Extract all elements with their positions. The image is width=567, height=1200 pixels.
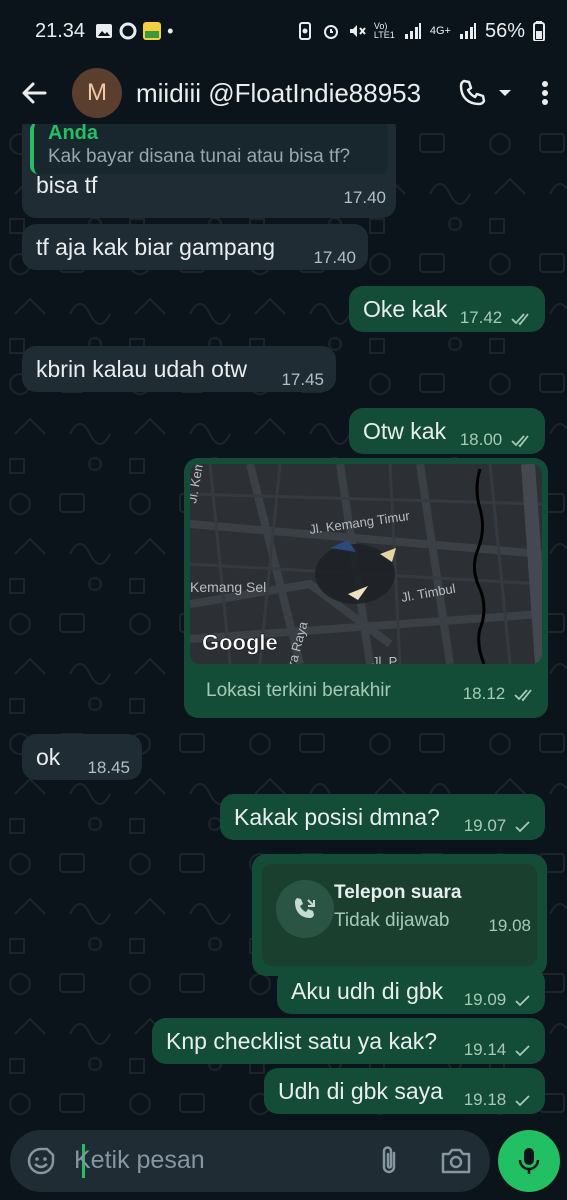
message-bubble-outgoing[interactable]: Otw kak 18.00 xyxy=(349,408,545,454)
camera-icon[interactable] xyxy=(440,1146,472,1176)
message-time: 17.40 xyxy=(313,248,356,267)
location-caption: Lokasi terkini berakhir xyxy=(206,680,391,701)
message-time: 19.08 xyxy=(488,916,531,935)
battery-percent: 56% xyxy=(484,19,525,42)
arrow-left-icon xyxy=(22,82,47,104)
missed-call-message[interactable]: Telepon suara Tidak dijawab 19.08 xyxy=(252,854,547,976)
composer-bar: Ketik pesan xyxy=(0,1122,567,1200)
time-label: 19.07 xyxy=(463,816,507,835)
volte-indicator: Vo) LTE1 xyxy=(373,21,395,40)
voice-record-button[interactable] xyxy=(498,1130,560,1192)
status-left-icons: • xyxy=(95,21,173,42)
single-check-icon xyxy=(515,1094,530,1106)
status-right-icons: Vo) LTE1 4G+ 56% xyxy=(296,20,545,43)
message-bubble-incoming[interactable]: tf aja kak biar gampang 17.40 xyxy=(22,224,368,270)
single-check-icon xyxy=(515,820,530,832)
double-check-icon xyxy=(511,312,529,325)
map-street-label: Jl. P xyxy=(372,654,397,664)
more-menu-icon[interactable] xyxy=(535,78,555,108)
network-type: 4G+ xyxy=(429,25,451,37)
message-bubble-incoming[interactable]: Anda Kak bayar disana tunai atau bisa tf… xyxy=(22,124,396,218)
mute-icon xyxy=(349,25,366,37)
message-text: Udh di gbk saya xyxy=(278,1078,443,1104)
mobile-data-saver-icon xyxy=(298,22,311,40)
message-time: 19.09 xyxy=(464,990,531,1010)
avatar[interactable]: M xyxy=(72,68,122,118)
circle-app-icon xyxy=(119,22,137,40)
call-card[interactable]: Telepon suara Tidak dijawab 19.08 xyxy=(262,864,537,966)
message-time: 17.40 xyxy=(343,188,386,207)
message-bubble-outgoing[interactable]: Udh di gbk saya 19.18 xyxy=(264,1068,545,1114)
message-bubble-outgoing[interactable]: Aku udh di gbk 19.09 xyxy=(277,968,545,1014)
message-text: Knp checklist satu ya kak? xyxy=(166,1028,438,1054)
chat-header: M miidiii @FloatIndie88953 xyxy=(0,62,567,124)
kedai-app-icon xyxy=(143,22,162,40)
time-label: 19.09 xyxy=(463,990,507,1009)
call-icon-wrap xyxy=(276,880,334,938)
message-time: 19.14 xyxy=(464,1040,531,1060)
message-text: Oke kak xyxy=(363,296,448,322)
call-dropdown-icon[interactable] xyxy=(497,85,513,101)
message-bubble-outgoing[interactable]: Kakak posisi dmna? 19.07 xyxy=(220,794,545,840)
single-check-icon xyxy=(515,1044,530,1056)
message-bubble-outgoing[interactable]: Knp checklist satu ya kak? 19.14 xyxy=(152,1018,545,1064)
message-text: kbrin kalau udah otw xyxy=(36,356,247,382)
sticker-emoji-icon[interactable] xyxy=(26,1146,56,1176)
signal-1-icon xyxy=(404,23,421,39)
message-bubble-outgoing[interactable]: Oke kak 17.42 xyxy=(349,286,545,332)
time-label: 19.18 xyxy=(463,1090,507,1109)
call-title: Telepon suara xyxy=(334,882,462,903)
message-list[interactable]: Anda Kak bayar disana tunai atau bisa tf… xyxy=(0,124,567,1130)
map-street-label: Kemang Sel xyxy=(190,579,266,595)
single-check-icon xyxy=(515,994,530,1006)
message-bubble-incoming[interactable]: ok 18.45 xyxy=(22,734,142,780)
status-time: 21.34 xyxy=(35,19,86,42)
quoted-message[interactable]: Anda Kak bayar disana tunai atau bisa tf… xyxy=(30,124,388,174)
microphone-icon xyxy=(518,1148,540,1174)
message-text: ok xyxy=(36,744,61,770)
time-label: 19.14 xyxy=(463,1040,507,1059)
phone-call-button[interactable] xyxy=(457,78,487,108)
double-check-icon xyxy=(511,434,529,447)
attach-paperclip-icon[interactable] xyxy=(376,1144,402,1178)
battery-icon xyxy=(533,21,545,41)
double-check-icon xyxy=(514,688,532,701)
map-image: Jl. Kemang Timur Jl. Kem Kemang Sel Jl. … xyxy=(190,464,542,664)
message-time: 18.45 xyxy=(87,758,130,777)
time-label: 17.42 xyxy=(459,308,503,327)
contact-name[interactable]: miidiii @FloatIndie88953 xyxy=(136,78,421,109)
call-status: Tidak dijawab xyxy=(334,910,450,931)
quote-author: Anda xyxy=(48,124,98,144)
header-actions xyxy=(457,78,555,108)
location-message[interactable]: Jl. Kemang Timur Jl. Kem Kemang Sel Jl. … xyxy=(184,458,548,718)
message-time: 18.12 xyxy=(463,684,536,704)
message-time: 17.45 xyxy=(281,370,324,389)
message-time: 18.00 xyxy=(460,430,533,450)
message-text: bisa tf xyxy=(36,172,98,198)
signal-2-icon xyxy=(459,23,476,39)
message-time: 19.07 xyxy=(464,816,531,836)
more-notifications-dot: • xyxy=(167,20,174,41)
missed-call-icon xyxy=(295,898,315,918)
time-label: 18.12 xyxy=(462,684,506,703)
message-text: Aku udh di gbk xyxy=(291,978,444,1004)
gallery-icon xyxy=(96,24,113,38)
message-bubble-incoming[interactable]: kbrin kalau udah otw 17.45 xyxy=(22,346,336,392)
google-logo: Google xyxy=(202,630,278,655)
time-label: 18.00 xyxy=(459,430,503,449)
quote-text: Kak bayar disana tunai atau bisa tf? xyxy=(48,146,351,167)
message-input[interactable]: Ketik pesan xyxy=(10,1130,490,1192)
alarm-icon xyxy=(323,25,338,39)
input-placeholder: Ketik pesan xyxy=(74,1146,205,1174)
message-text: tf aja kak biar gampang xyxy=(36,234,276,260)
message-time: 17.42 xyxy=(460,308,533,328)
message-text: Kakak posisi dmna? xyxy=(234,804,440,830)
message-time: 19.18 xyxy=(464,1090,531,1110)
message-text: Otw kak xyxy=(363,418,447,444)
back-button[interactable] xyxy=(12,71,56,115)
status-bar: 21.34 • Vo) LTE1 4G+ 56% xyxy=(0,0,567,62)
map-preview[interactable]: Jl. Kemang Timur Jl. Kem Kemang Sel Jl. … xyxy=(190,464,542,664)
